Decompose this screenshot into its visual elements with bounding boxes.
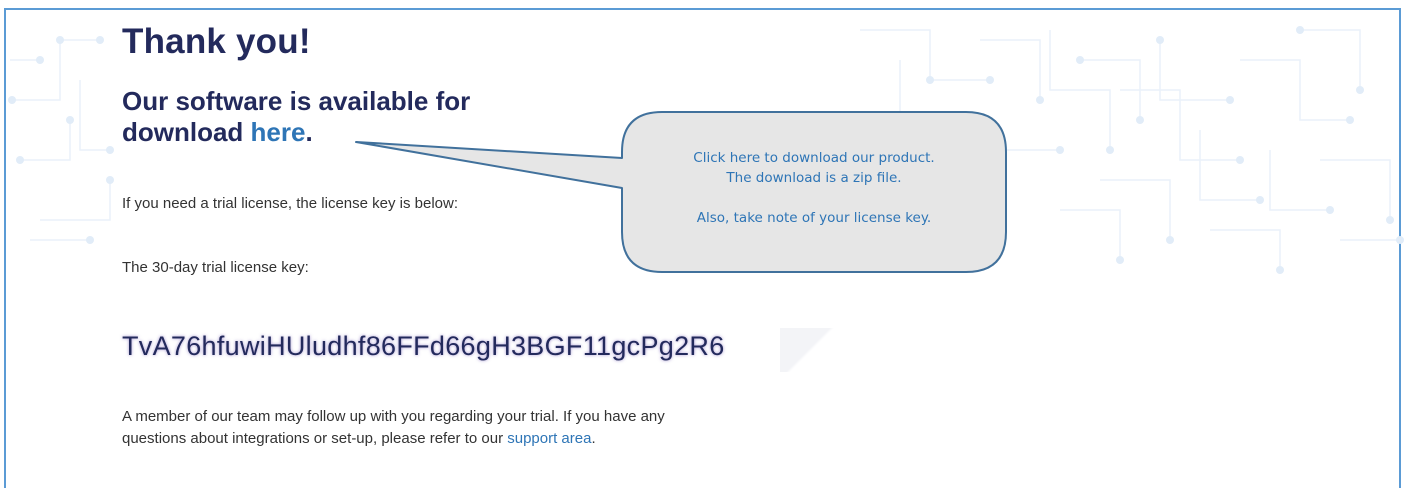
- trial-intro-text: If you need a trial license, the license…: [122, 195, 459, 212]
- download-heading: Our software is available for download h…: [122, 86, 542, 148]
- support-area-link[interactable]: support area: [507, 430, 591, 447]
- callout-line-2: The download is a zip file.: [726, 170, 902, 186]
- followup-period: .: [591, 430, 596, 447]
- license-key-background: [780, 328, 840, 372]
- license-key-value: TvA76hfuwiHUludhf86FFd66gH3BGF11gcPg2R6: [122, 331, 725, 361]
- license-key-label: The 30-day trial license key:: [122, 259, 309, 276]
- callout-line-1: Click here to download our product.: [693, 150, 935, 166]
- followup-paragraph: A member of our team may follow up with …: [122, 406, 702, 450]
- callout-text: Click here to download our product. The …: [622, 148, 1006, 228]
- callout-line-3: Also, take note of your license key.: [696, 210, 932, 226]
- download-heading-period: .: [305, 117, 313, 147]
- page-title: Thank you!: [122, 22, 311, 61]
- download-here-link[interactable]: here: [251, 117, 306, 147]
